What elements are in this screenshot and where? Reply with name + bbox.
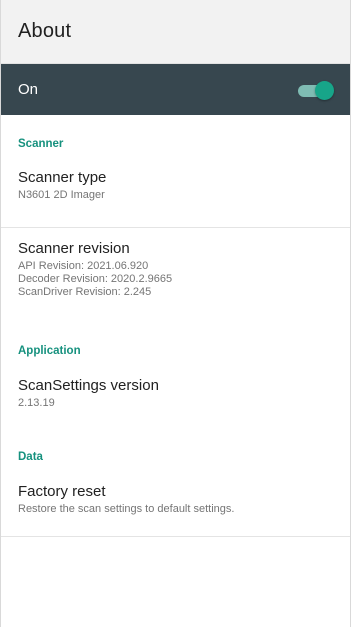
pref-summary-line: Decoder Revision: 2020.2.9665 [18, 273, 173, 285]
page-title: About [18, 20, 72, 42]
pref-title: ScanSettings version [18, 377, 159, 394]
pref-scanner-revision[interactable]: Scanner revision API Revision: 2021.06.9… [1, 240, 350, 299]
category-application: Application [18, 345, 81, 357]
pref-title: Scanner type [18, 169, 107, 186]
pref-summary: Restore the scan settings to default set… [18, 503, 235, 515]
pref-scanner-type[interactable]: Scanner type N3601 2D Imager [1, 169, 350, 202]
pref-summary: 2.13.19 [18, 397, 55, 409]
pref-summary: N3601 2D Imager [18, 189, 105, 201]
pref-title: Scanner revision [18, 240, 130, 257]
toggle-thumb [315, 80, 334, 100]
master-switch-bar[interactable]: On [1, 64, 350, 115]
about-screen: About On Scanner Scanner type N3601 2D I… [0, 0, 351, 627]
pref-title: Factory reset [18, 483, 106, 500]
pref-summary-line: API Revision: 2021.06.920 [18, 260, 149, 272]
pref-scansettings-version[interactable]: ScanSettings version 2.13.19 [1, 377, 350, 410]
app-bar: About [1, 0, 350, 64]
divider [1, 536, 350, 537]
pref-summary-line: ScanDriver Revision: 2.245 [18, 286, 152, 298]
category-data: Data [18, 451, 43, 463]
divider [1, 227, 350, 228]
master-toggle-switch[interactable] [298, 80, 334, 100]
master-switch-label: On [18, 81, 39, 98]
category-scanner: Scanner [18, 138, 64, 150]
pref-factory-reset[interactable]: Factory reset Restore the scan settings … [1, 483, 350, 516]
